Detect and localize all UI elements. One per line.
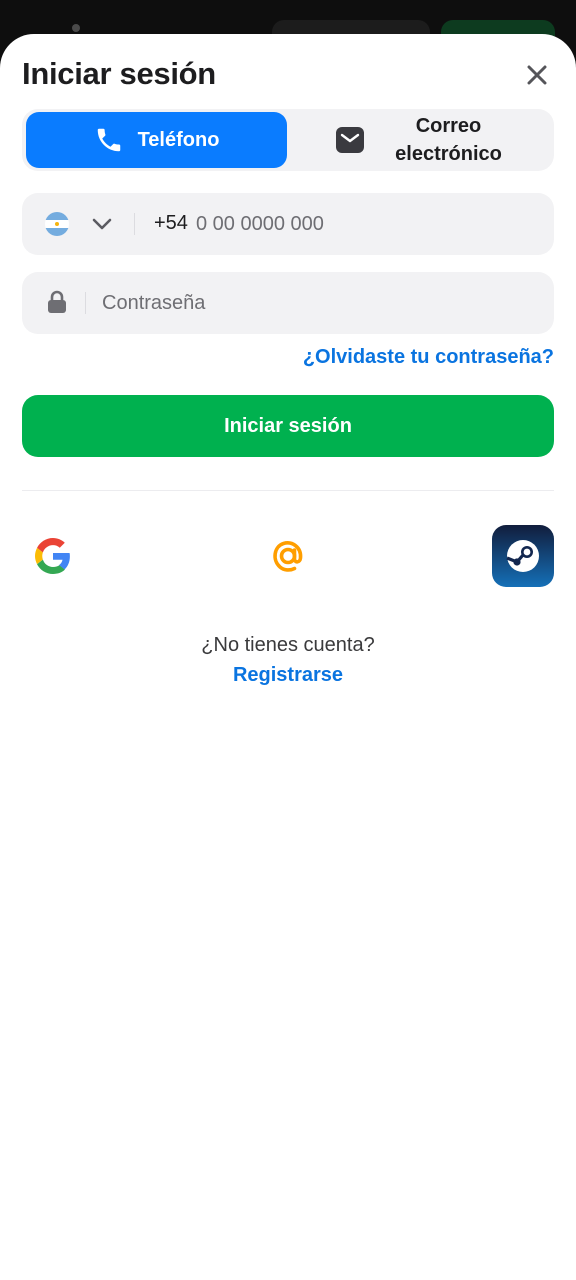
chevron-down-icon[interactable] (90, 212, 114, 236)
field-divider (85, 292, 86, 314)
mail-icon (335, 127, 364, 153)
mail-ru-login-button[interactable] (257, 525, 319, 587)
lock-icon (48, 290, 66, 313)
argentina-flag-icon[interactable] (45, 212, 69, 236)
close-icon (527, 65, 547, 85)
background-dot (72, 24, 80, 32)
tab-phone-label: Teléfono (137, 128, 220, 151)
phone-icon (97, 128, 120, 152)
register-container: Registrarse (0, 664, 576, 687)
google-icon (35, 538, 70, 574)
steam-icon (492, 525, 554, 587)
country-code: +54 (154, 212, 188, 234)
telegram-icon (194, 544, 225, 571)
odnoklassniki-icon (435, 542, 455, 570)
yandex-login-button[interactable] (336, 525, 398, 587)
vk-login-button[interactable] (100, 525, 162, 587)
forgot-password-link[interactable]: ¿Olvidaste tu contraseña? (303, 346, 554, 369)
password-input[interactable] (102, 285, 522, 321)
vk-icon (115, 545, 147, 565)
login-sheet: Iniciar sesión Teléfono Correo electróni… (0, 34, 576, 1280)
odnoklassniki-login-button[interactable] (414, 525, 476, 587)
password-field (22, 272, 554, 334)
tab-email[interactable]: Correo electrónico (289, 112, 550, 168)
no-account-text: ¿No tienes cuenta? (201, 634, 375, 656)
google-login-button[interactable] (22, 525, 84, 587)
yandex-icon (357, 544, 375, 569)
phone-field: +54 (22, 193, 554, 255)
field-divider (134, 213, 135, 235)
login-button[interactable]: Iniciar sesión (22, 395, 554, 457)
register-link[interactable]: Registrarse (233, 664, 343, 686)
steam-login-button[interactable] (492, 525, 554, 587)
phone-input[interactable] (196, 206, 526, 242)
close-button[interactable] (518, 56, 556, 94)
mail-ru-icon (273, 541, 303, 572)
divider (22, 490, 554, 491)
telegram-login-button[interactable] (179, 525, 241, 587)
page-title: Iniciar sesión (22, 56, 216, 91)
tab-phone[interactable]: Teléfono (26, 112, 287, 168)
login-method-tabs: Teléfono Correo electrónico (22, 109, 554, 171)
social-login-row (22, 525, 554, 587)
tab-email-label: Correo electrónico (395, 115, 502, 165)
